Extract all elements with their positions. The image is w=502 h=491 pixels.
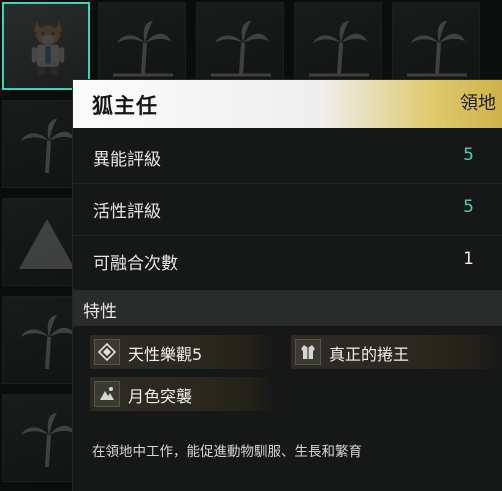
palm-tree-icon <box>21 119 75 174</box>
coat-icon <box>295 339 321 365</box>
trait-chip[interactable]: 天性樂觀5 <box>90 335 276 369</box>
palm-tree-icon <box>113 21 173 77</box>
stat-row-fusion-count: 可融合次數 1 <box>73 236 502 288</box>
trait-label: 月色突襲 <box>128 387 193 406</box>
pal-description: 在領地中工作，能促進動物馴服、生長和繁育 <box>92 444 362 460</box>
inventory-slot[interactable] <box>196 2 284 90</box>
diamond-icon <box>94 339 120 365</box>
inventory-slot[interactable] <box>294 2 382 90</box>
mountain-icon <box>94 381 120 407</box>
trait-label: 真正的捲王 <box>329 345 410 364</box>
stat-row-activity-rank: 活性評級 5 <box>73 184 502 236</box>
pal-portrait-icon <box>31 21 65 75</box>
palm-tree-icon <box>407 21 467 77</box>
traits-title: 特性 <box>83 302 117 322</box>
palm-tree-icon <box>211 21 271 77</box>
inventory-slot[interactable] <box>392 2 480 90</box>
stat-row-ability-rank: 異能評級 5 <box>73 132 502 184</box>
pyramid-icon <box>19 219 75 269</box>
stat-value: 5 <box>463 145 474 165</box>
trait-chip[interactable]: 真正的捲王 <box>291 335 502 369</box>
stat-label: 異能評級 <box>93 150 161 170</box>
palm-tree-icon <box>21 413 75 468</box>
trait-chip[interactable]: 月色突襲 <box>90 377 276 411</box>
inventory-slot[interactable] <box>98 2 186 90</box>
traits-section-title: 特性 <box>73 290 502 326</box>
palm-tree-icon <box>21 315 75 370</box>
palm-tree-icon <box>309 21 369 77</box>
stat-label: 活性評級 <box>93 202 161 222</box>
pal-info-tooltip: 狐主任 領地 異能評級 5 活性評級 5 可融合次數 1 特性 天性樂觀5 真正… <box>73 80 502 491</box>
stat-value: 1 <box>463 249 474 269</box>
inventory-slot-selected[interactable] <box>2 2 90 90</box>
tooltip-header: 狐主任 領地 <box>73 80 502 128</box>
pal-name: 狐主任 <box>92 94 158 118</box>
work-type-label: 領地 <box>460 93 496 114</box>
stat-value: 5 <box>463 197 474 217</box>
trait-label: 天性樂觀5 <box>128 345 203 364</box>
stat-label: 可融合次數 <box>93 254 178 274</box>
